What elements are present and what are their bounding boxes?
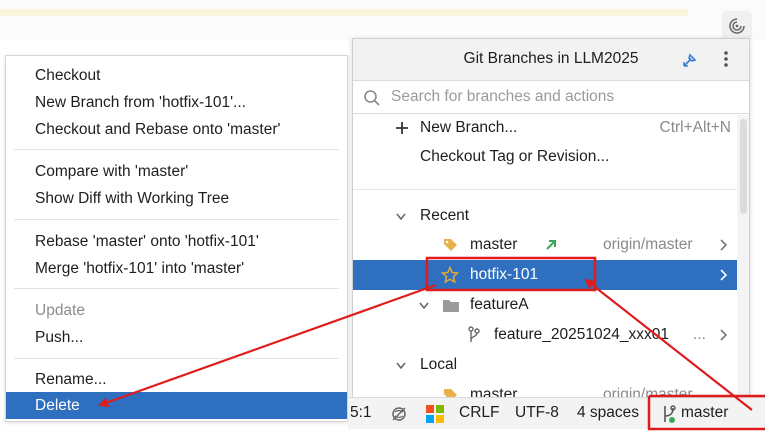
popup-scrollbar[interactable] xyxy=(737,115,749,397)
branch-name: feature_20251024_xxx01 xyxy=(494,326,669,343)
branch-row-hotfix-101[interactable]: hotfix-101 xyxy=(353,260,749,290)
menu-item-label: Rebase 'master' onto 'hotfix-101' xyxy=(35,233,259,250)
recent-group[interactable]: Recent xyxy=(353,201,737,231)
menu-item-label: Checkout and Rebase onto 'master' xyxy=(35,121,281,138)
branch-name: master xyxy=(470,236,518,253)
chevron-right-icon xyxy=(720,329,728,341)
menu-item-label: Checkout xyxy=(35,67,101,84)
branch-ellipsis: ... xyxy=(693,326,706,343)
menu-separator xyxy=(14,149,339,150)
status-bar: 5:1 CRLF UTF-8 4 spaces master xyxy=(348,397,765,429)
menu-item-rebase[interactable]: Rebase 'master' onto 'hotfix-101' xyxy=(6,228,347,255)
more-options-icon[interactable] xyxy=(721,49,731,69)
menu-item-delete[interactable]: Delete xyxy=(6,392,347,419)
popup-header: Git Branches in LLM2025 xyxy=(353,39,749,80)
chevron-down-icon xyxy=(419,302,429,310)
group-name: featureA xyxy=(470,296,529,313)
search-input[interactable] xyxy=(391,85,731,109)
menu-separator xyxy=(14,219,339,220)
menu-item-label: Rename... xyxy=(35,371,107,388)
chevron-down-icon xyxy=(396,213,406,221)
git-branches-popup: Git Branches in LLM2025 New Branch... Ct… xyxy=(352,38,750,398)
menu-item-label: Compare with 'master' xyxy=(35,163,189,180)
branch-remote: origin/master xyxy=(603,236,693,253)
branch-row-master[interactable]: master origin/master xyxy=(353,230,737,260)
search-bar xyxy=(353,80,749,114)
menu-item-rename[interactable]: Rename... xyxy=(6,366,347,393)
file-encoding[interactable]: UTF-8 xyxy=(515,404,559,422)
windows-icon[interactable] xyxy=(425,404,445,424)
branch-name: master xyxy=(470,386,518,398)
branch-icon xyxy=(468,326,480,342)
local-label: Local xyxy=(420,356,458,373)
scrollbar-thumb[interactable] xyxy=(740,119,747,214)
line-ending[interactable]: CRLF xyxy=(459,404,499,422)
branch-row-local-master[interactable]: master origin/master xyxy=(353,380,737,398)
tag-icon xyxy=(444,239,457,251)
menu-item-show-diff[interactable]: Show Diff with Working Tree xyxy=(6,185,347,212)
indent-setting[interactable]: 4 spaces xyxy=(577,404,639,422)
chevron-right-icon xyxy=(720,239,728,251)
chevron-right-icon xyxy=(720,269,728,281)
checkout-tag-action[interactable]: Checkout Tag or Revision... xyxy=(353,142,737,172)
menu-item-label: Delete xyxy=(35,397,80,414)
menu-item-merge[interactable]: Merge 'hotfix-101' into 'master' xyxy=(6,255,347,282)
menu-item-update: Update xyxy=(6,297,347,324)
new-branch-label: New Branch... xyxy=(420,119,518,136)
local-group[interactable]: Local xyxy=(353,350,737,380)
ai-assistant-icon[interactable] xyxy=(722,11,752,41)
search-icon xyxy=(364,90,380,106)
menu-item-label: New Branch from 'hotfix-101'... xyxy=(35,94,246,111)
branch-name: hotfix-101 xyxy=(470,266,539,283)
git-branch-icon xyxy=(664,405,676,423)
menu-separator xyxy=(14,288,339,289)
menu-separator xyxy=(14,358,339,359)
branch-remote: origin/master xyxy=(603,386,693,398)
branch-group-featureA[interactable]: featureA xyxy=(353,290,737,320)
caret-position[interactable]: 5:1 xyxy=(350,404,372,422)
editor-highlight-line xyxy=(0,9,688,16)
checkout-tag-label: Checkout Tag or Revision... xyxy=(420,148,610,165)
plus-icon xyxy=(396,122,408,134)
menu-item-checkout[interactable]: Checkout xyxy=(6,62,347,89)
branch-row-feature[interactable]: feature_20251024_xxx01 ... xyxy=(353,320,737,350)
menu-item-new-branch-from[interactable]: New Branch from 'hotfix-101'... xyxy=(6,89,347,116)
no-inspections-icon[interactable] xyxy=(390,405,408,423)
menu-item-compare[interactable]: Compare with 'master' xyxy=(6,158,347,185)
pin-icon[interactable] xyxy=(681,51,699,69)
menu-item-label: Merge 'hotfix-101' into 'master' xyxy=(35,260,245,277)
editor-top-strip xyxy=(0,0,765,41)
new-branch-shortcut: Ctrl+Alt+N xyxy=(659,119,732,136)
menu-item-label: Update xyxy=(35,302,85,319)
recent-label: Recent xyxy=(420,207,470,224)
current-branch[interactable]: master xyxy=(681,404,728,422)
chevron-down-icon xyxy=(396,362,406,370)
menu-item-label: Push... xyxy=(35,329,84,346)
menu-item-label: Show Diff with Working Tree xyxy=(35,190,230,207)
outgoing-arrow-icon xyxy=(546,240,556,250)
page-bottom xyxy=(0,429,765,440)
folder-icon xyxy=(443,300,459,312)
new-branch-action[interactable]: New Branch... Ctrl+Alt+N xyxy=(353,113,737,143)
menu-item-checkout-and-rebase[interactable]: Checkout and Rebase onto 'master' xyxy=(6,116,347,143)
star-icon xyxy=(441,266,459,284)
popup-separator xyxy=(353,189,737,190)
branch-context-menu: Checkout New Branch from 'hotfix-101'...… xyxy=(5,55,348,422)
menu-item-push[interactable]: Push... xyxy=(6,324,347,351)
